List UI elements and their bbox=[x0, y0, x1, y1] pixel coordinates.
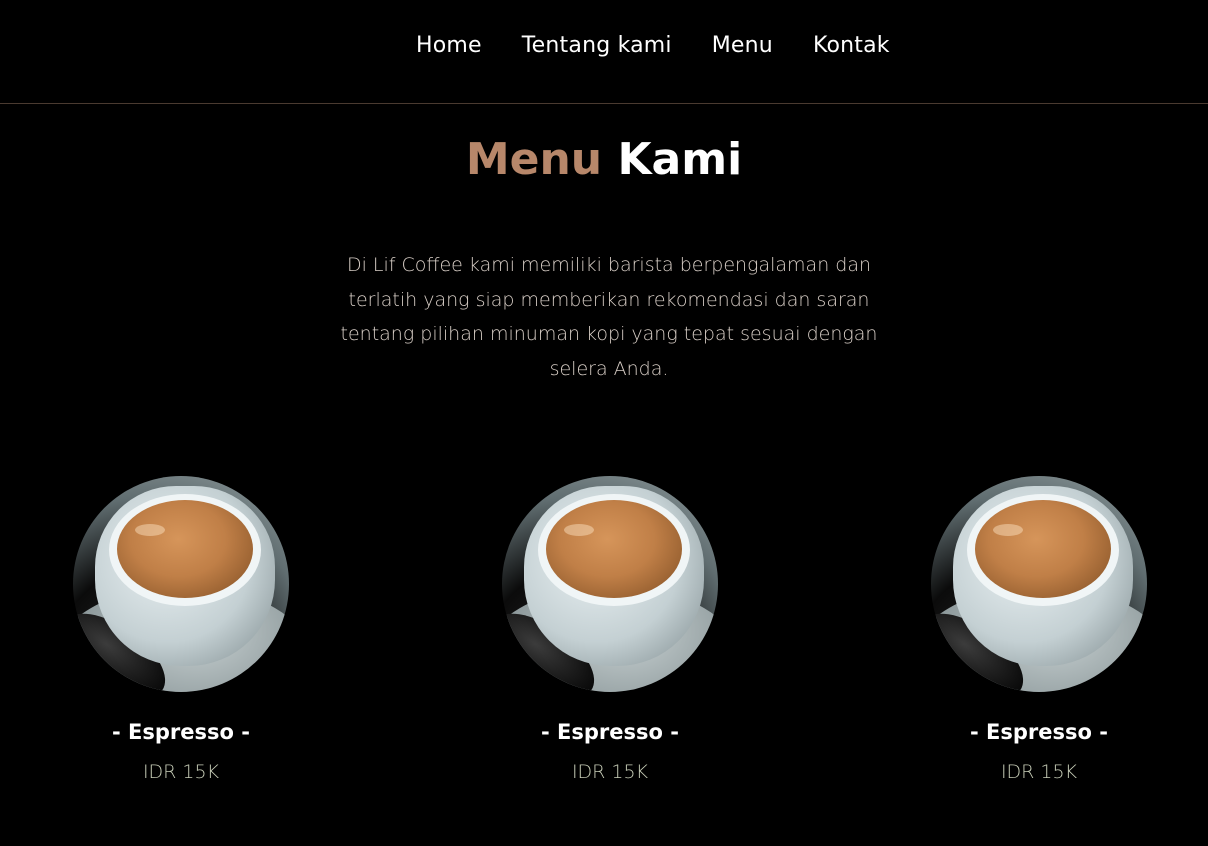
section-title-accent: Menu bbox=[465, 134, 603, 185]
menu-item-name: - Espresso - bbox=[541, 720, 679, 744]
section-title: Menu Kami bbox=[0, 132, 1208, 188]
menu-item-price: IDR 15K bbox=[1000, 761, 1078, 783]
nav-link-home[interactable]: Home bbox=[416, 30, 482, 62]
espresso-cup-image bbox=[73, 476, 289, 692]
espresso-cup-image bbox=[931, 476, 1147, 692]
menu-item-price: IDR 15K bbox=[571, 761, 649, 783]
espresso-cup-image bbox=[502, 476, 718, 692]
nav-list: Home Tentang kami Menu Kontak bbox=[416, 30, 930, 62]
navbar: Home Tentang kami Menu Kontak bbox=[0, 0, 1208, 104]
menu-item-name: - Espresso - bbox=[112, 720, 250, 744]
nav-link-tentang-kami[interactable]: Tentang kami bbox=[522, 30, 672, 62]
nav-link-menu[interactable]: Menu bbox=[712, 30, 773, 62]
nav-link-kontak[interactable]: Kontak bbox=[813, 30, 890, 62]
menu-item-price: IDR 15K bbox=[142, 761, 220, 783]
menu-item-name: - Espresso - bbox=[970, 720, 1108, 744]
menu-card[interactable]: - Espresso - IDR 15K bbox=[51, 476, 311, 786]
section-title-plain: Kami bbox=[617, 134, 743, 185]
section-description: Di Lif Coffee kami memiliki barista berp… bbox=[340, 254, 878, 380]
menu-card[interactable]: - Espresso - IDR 15K bbox=[480, 476, 740, 786]
menu-card[interactable]: - Espresso - IDR 15K bbox=[909, 476, 1169, 786]
